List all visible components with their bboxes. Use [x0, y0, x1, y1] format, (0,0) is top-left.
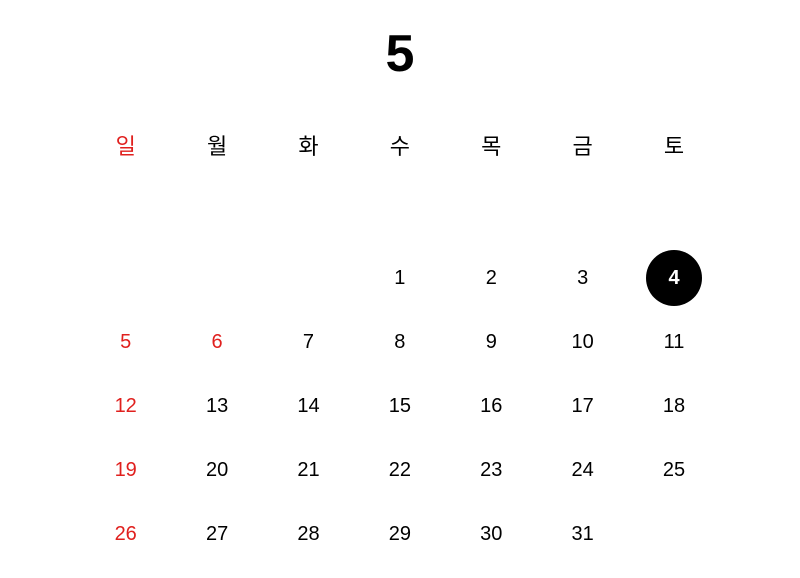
weekday-header-row: 일 월 화 수 목 금 토 — [80, 130, 720, 166]
day-cell[interactable]: 1 — [354, 246, 445, 310]
day-cell[interactable]: 13 — [171, 374, 262, 438]
day-cell[interactable]: 15 — [354, 374, 445, 438]
weekday-saturday: 토 — [663, 135, 685, 160]
day-number: 2 — [485, 266, 497, 289]
weekday-thursday: 목 — [481, 135, 502, 160]
day-number: 10 — [571, 330, 594, 353]
day-number: 17 — [571, 394, 594, 417]
day-cell[interactable]: 24 — [537, 438, 628, 502]
empty-day-cell — [80, 246, 171, 310]
day-cell[interactable]: 18 — [628, 374, 719, 438]
day-number: 3 — [577, 266, 589, 289]
day-cell[interactable]: 29 — [354, 502, 445, 566]
day-cell[interactable]: 12 — [80, 374, 171, 438]
day-number: 30 — [480, 522, 503, 545]
day-cell[interactable]: 11 — [628, 310, 719, 374]
day-cell[interactable]: 3 — [537, 246, 628, 310]
day-number: 29 — [388, 522, 411, 545]
day-number: 5 — [120, 330, 132, 353]
day-cell[interactable]: 30 — [446, 502, 537, 566]
day-number: 13 — [205, 394, 229, 417]
selected-day-number: 4 — [646, 250, 703, 306]
day-cell[interactable]: 16 — [446, 374, 537, 438]
day-number: 12 — [114, 394, 137, 417]
day-cell[interactable]: 23 — [446, 438, 537, 502]
day-cell[interactable]: 26 — [80, 502, 171, 566]
day-number: 7 — [302, 330, 315, 353]
day-number: 15 — [388, 394, 411, 417]
day-number: 27 — [205, 522, 229, 545]
weekday-monday: 월 — [206, 135, 228, 160]
weekday-friday: 금 — [572, 135, 593, 160]
day-cell[interactable]: 8 — [354, 310, 445, 374]
day-number: 6 — [211, 330, 223, 353]
day-number: 22 — [388, 458, 411, 481]
day-number: 20 — [205, 458, 229, 481]
day-number: 9 — [485, 330, 497, 353]
day-number: 14 — [297, 394, 320, 417]
weekday-sunday: 일 — [115, 135, 136, 160]
day-number: 16 — [480, 394, 503, 417]
day-number: 28 — [297, 522, 320, 545]
day-cell[interactable]: 4 — [628, 246, 719, 310]
day-cell[interactable]: 2 — [446, 246, 537, 310]
month-title: 5 — [385, 25, 415, 83]
day-cell[interactable]: 21 — [263, 438, 354, 502]
weekday-wednesday: 수 — [389, 135, 410, 160]
day-cell[interactable]: 14 — [263, 374, 354, 438]
day-cell[interactable]: 20 — [171, 438, 262, 502]
day-cell[interactable]: 19 — [80, 438, 171, 502]
day-number: 1 — [394, 266, 406, 289]
weekday-tuesday: 화 — [298, 135, 319, 160]
days-grid: 1 2 3 4 5 6 7 8 9 10 11 12 13 14 15 16 17 18 19 20 21 22 23 24 2… — [80, 246, 720, 566]
day-number: 18 — [662, 394, 686, 417]
day-number: 8 — [394, 330, 406, 353]
day-cell[interactable]: 22 — [354, 438, 445, 502]
day-cell[interactable]: 25 — [628, 438, 719, 502]
empty-day-cell — [263, 246, 354, 310]
day-number: 23 — [480, 458, 503, 481]
day-number: 11 — [663, 330, 685, 353]
day-number: 31 — [571, 522, 594, 545]
day-cell[interactable]: 28 — [263, 502, 354, 566]
day-cell[interactable]: 31 — [537, 502, 628, 566]
day-cell[interactable]: 27 — [171, 502, 262, 566]
empty-day-cell — [171, 246, 262, 310]
calendar: 5 일 월 화 수 목 금 토 1 2 3 4 5 6 7 8 9 10 11 12 13 14 15 16 1… — [0, 0, 800, 578]
day-cell[interactable]: 6 — [171, 310, 262, 374]
day-cell[interactable]: 9 — [446, 310, 537, 374]
day-number: 26 — [114, 522, 137, 545]
day-number: 19 — [114, 458, 137, 481]
day-number: 25 — [662, 458, 686, 481]
day-cell[interactable]: 5 — [80, 310, 171, 374]
day-number: 21 — [297, 458, 320, 481]
day-cell[interactable]: 10 — [537, 310, 628, 374]
day-cell[interactable]: 17 — [537, 374, 628, 438]
day-cell[interactable]: 7 — [263, 310, 354, 374]
day-number: 24 — [571, 458, 594, 481]
